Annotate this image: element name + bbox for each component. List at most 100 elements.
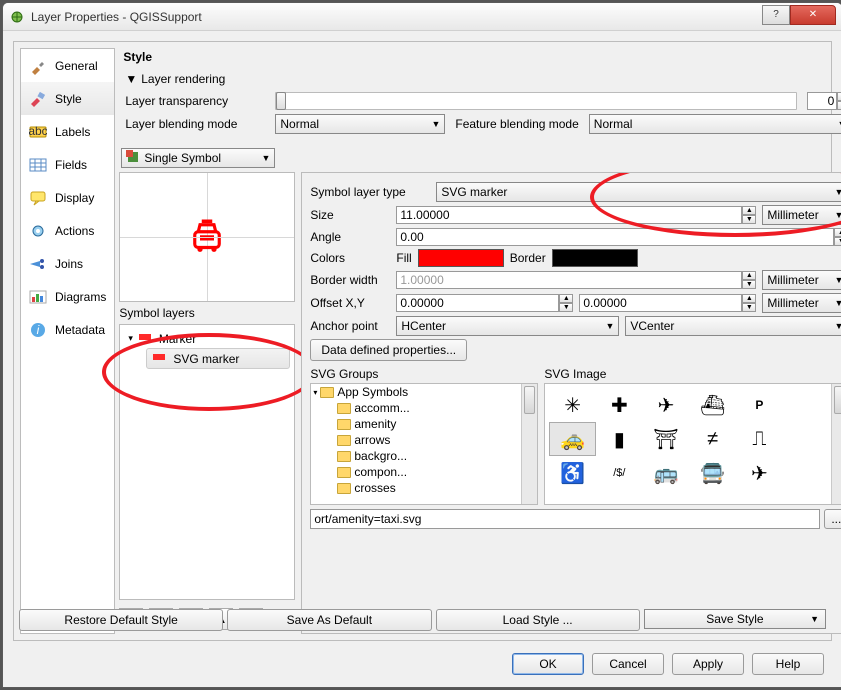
- svg-icon[interactable]: ♿: [549, 456, 596, 490]
- data-defined-button[interactable]: Data defined properties...: [310, 339, 467, 361]
- scrollbar[interactable]: [521, 384, 537, 504]
- combo-value: Normal: [280, 117, 319, 131]
- svg-icon[interactable]: P: [736, 388, 783, 422]
- svg-text:i: i: [37, 323, 40, 337]
- transparency-spin[interactable]: ▲▼: [807, 92, 841, 110]
- border-width-unit-combo[interactable]: Millimeter▼: [762, 270, 841, 290]
- combo-value: Save Style: [706, 612, 763, 626]
- chevron-down-icon: ▼: [834, 298, 841, 308]
- spin-down[interactable]: ▼: [742, 280, 756, 289]
- svg-image-grid[interactable]: ✳ ✚ ✈ ⛴ P 🚕 ▮ ⛩ ≠ ⎍: [544, 383, 841, 505]
- tooltip-icon: [29, 189, 47, 207]
- transparency-value[interactable]: [807, 92, 837, 110]
- spin-up[interactable]: ▲: [742, 271, 756, 280]
- offset-unit-combo[interactable]: Millimeter▼: [762, 293, 841, 313]
- svg-icon[interactable]: [783, 456, 830, 490]
- sidebar-item-style[interactable]: Style: [21, 82, 114, 115]
- layer-blend-label: Layer blending mode: [125, 117, 265, 131]
- sidebar-item-diagrams[interactable]: Diagrams: [21, 280, 114, 313]
- spin-down[interactable]: ▼: [742, 215, 756, 224]
- load-style-button[interactable]: Load Style ...: [436, 609, 640, 631]
- save-default-button[interactable]: Save As Default: [227, 609, 431, 631]
- chevron-down-icon: ▼: [605, 321, 614, 331]
- size-unit-combo[interactable]: Millimeter▼: [762, 205, 841, 225]
- folder-icon: [337, 467, 351, 478]
- svg-icon[interactable]: ⛩: [643, 422, 690, 456]
- spin-down[interactable]: ▼: [837, 101, 841, 110]
- property-pane: Symbol layer typeSVG marker▼ Size▲▼Milli…: [301, 172, 841, 634]
- save-style-combo[interactable]: Save Style▼: [644, 609, 826, 629]
- spin-up[interactable]: ▲: [837, 92, 841, 101]
- sidebar-item-metadata[interactable]: iMetadata: [21, 313, 114, 346]
- sidebar-item-fields[interactable]: Fields: [21, 148, 114, 181]
- combo-value: Single Symbol: [144, 151, 221, 165]
- border-width-label: Border width: [310, 273, 390, 287]
- angle-field[interactable]: [396, 228, 834, 246]
- svg-icon[interactable]: ≠: [689, 422, 736, 456]
- folder-icon: [337, 451, 351, 462]
- scroll-thumb[interactable]: [524, 386, 535, 414]
- anchor-h-combo[interactable]: HCenter▼: [396, 316, 619, 336]
- svg-groups-tree[interactable]: ▾App Symbols accomm... amenity arrows ba…: [310, 383, 538, 505]
- svg-icon[interactable]: ✳: [549, 388, 596, 422]
- scrollbar[interactable]: [831, 384, 841, 504]
- tree-marker[interactable]: ▾Marker: [124, 329, 290, 348]
- symbol-preview: [119, 172, 295, 302]
- border-width-field[interactable]: [396, 271, 742, 289]
- offset-x-field[interactable]: [396, 294, 559, 312]
- help-button[interactable]: ?: [762, 5, 790, 25]
- sidebar-item-actions[interactable]: Actions: [21, 214, 114, 247]
- renderer-combo[interactable]: Single Symbol▼: [121, 148, 275, 168]
- svg-icon[interactable]: ✈: [643, 388, 690, 422]
- spin-up[interactable]: ▲: [742, 206, 756, 215]
- browse-button[interactable]: ...: [824, 509, 841, 529]
- svg-icon[interactable]: ⎍: [736, 422, 783, 456]
- svg-icon[interactable]: [783, 388, 830, 422]
- restore-default-button[interactable]: Restore Default Style: [19, 609, 223, 631]
- layer-rendering-toggle[interactable]: ▼Layer rendering: [125, 70, 841, 88]
- sidebar-item-joins[interactable]: Joins: [21, 247, 114, 280]
- transparency-slider[interactable]: [275, 92, 797, 110]
- spin-down[interactable]: ▼: [742, 303, 756, 312]
- symbol-layers-tree[interactable]: ▾Marker SVG marker: [119, 324, 295, 600]
- spin-up[interactable]: ▲: [834, 228, 841, 237]
- style-footer: Restore Default Style Save As Default Lo…: [13, 609, 832, 637]
- symbol-layers-label: Symbol layers: [119, 306, 295, 320]
- apply-button[interactable]: Apply: [672, 653, 744, 675]
- layer-blend-combo[interactable]: Normal▼: [275, 114, 445, 134]
- svg-icon[interactable]: ⛴: [689, 388, 736, 422]
- sidebar-item-display[interactable]: Display: [21, 181, 114, 214]
- cancel-button[interactable]: Cancel: [592, 653, 664, 675]
- svg-icon[interactable]: /$/: [596, 456, 643, 490]
- spin-down[interactable]: ▼: [559, 303, 573, 312]
- sidebar-item-general[interactable]: General: [21, 49, 114, 82]
- scroll-thumb[interactable]: [834, 386, 841, 414]
- anchor-v-combo[interactable]: VCenter▼: [625, 316, 841, 336]
- tree-svg-marker[interactable]: SVG marker: [146, 348, 290, 369]
- spin-down[interactable]: ▼: [834, 237, 841, 246]
- help-button[interactable]: Help: [752, 653, 824, 675]
- svg-icon[interactable]: ▮: [596, 422, 643, 456]
- size-field[interactable]: [396, 206, 742, 224]
- border-color-button[interactable]: [552, 249, 638, 267]
- symbol-type-combo[interactable]: SVG marker▼: [436, 182, 841, 202]
- svg-icon[interactable]: ✚: [596, 388, 643, 422]
- svg-path-field[interactable]: [310, 509, 820, 529]
- spin-up[interactable]: ▲: [559, 294, 573, 303]
- close-button[interactable]: ✕: [790, 5, 836, 25]
- sidebar-item-labels[interactable]: abcLabels: [21, 115, 114, 148]
- svg-icon[interactable]: [783, 422, 830, 456]
- slider-thumb[interactable]: [276, 92, 286, 110]
- offset-y-field[interactable]: [579, 294, 742, 312]
- triangle-down-icon: ▼: [125, 72, 137, 86]
- fill-color-button[interactable]: [418, 249, 504, 267]
- ok-button[interactable]: OK: [512, 653, 584, 675]
- chart-icon: [29, 288, 47, 306]
- tree-label: accomm...: [354, 401, 409, 415]
- spin-up[interactable]: ▲: [742, 294, 756, 303]
- svg-icon[interactable]: 🚌: [643, 456, 690, 490]
- feature-blend-combo[interactable]: Normal▼: [589, 114, 841, 134]
- svg-icon-selected[interactable]: 🚕: [549, 422, 596, 456]
- svg-icon[interactable]: ✈: [736, 456, 783, 490]
- svg-icon[interactable]: 🚍: [689, 456, 736, 490]
